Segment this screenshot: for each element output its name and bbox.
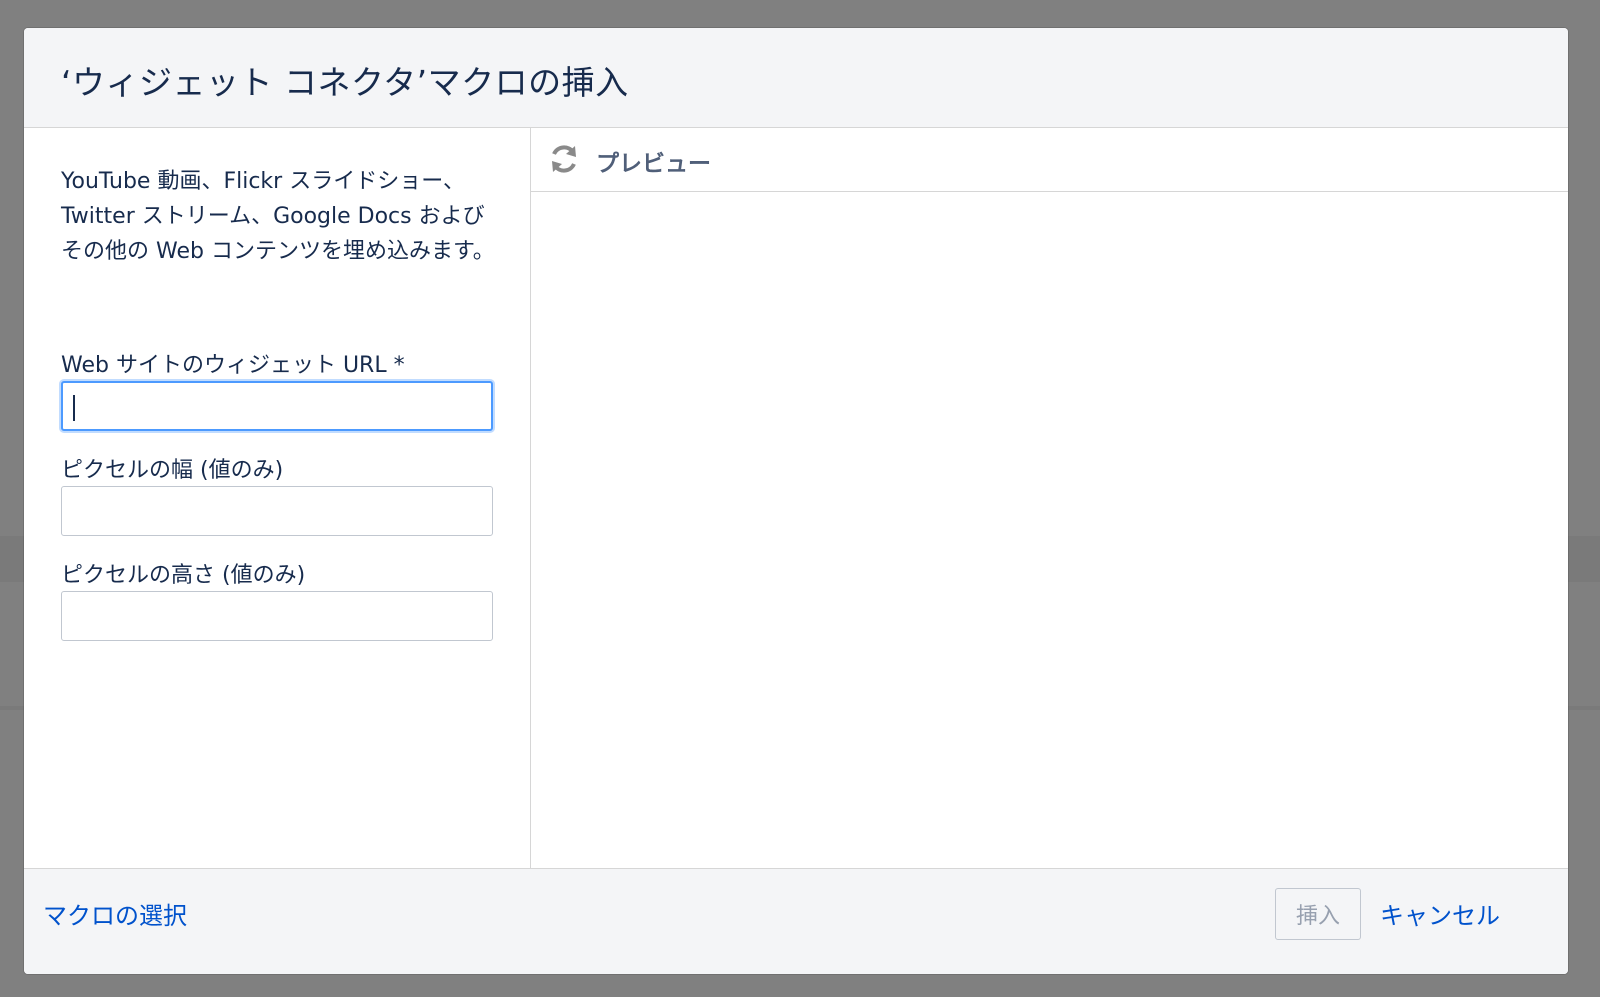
macro-description: YouTube 動画、Flickr スライドショー、Twitter ストリーム、…: [61, 169, 495, 264]
insert-button[interactable]: 挿入: [1275, 888, 1361, 940]
cancel-link[interactable]: キャンセル: [1380, 896, 1500, 931]
url-field-label: Web サイトのウィジェット URL *: [61, 353, 405, 378]
macro-parameters-panel: YouTube 動画、Flickr スライドショー、Twitter ストリーム、…: [24, 128, 531, 868]
refresh-icon[interactable]: [548, 143, 580, 175]
text-cursor: [73, 395, 75, 421]
height-input[interactable]: [61, 591, 493, 641]
preview-panel: プレビュー: [531, 128, 1568, 868]
preview-label: プレビュー: [596, 151, 711, 177]
widget-url-input[interactable]: [61, 381, 493, 431]
preview-header[interactable]: プレビュー: [531, 128, 1568, 192]
dialog-footer: マクロの選択 挿入 キャンセル: [24, 868, 1568, 974]
width-input[interactable]: [61, 486, 493, 536]
height-field-label: ピクセルの高さ (値のみ): [61, 563, 306, 588]
dialog-title: ‘ウィジェット コネクタ’マクロの挿入: [61, 63, 629, 102]
macro-dialog: ‘ウィジェット コネクタ’マクロの挿入 YouTube 動画、Flickr スラ…: [24, 28, 1568, 974]
select-macro-link[interactable]: マクロの選択: [43, 896, 187, 931]
preview-area: [531, 192, 1568, 868]
width-field-label: ピクセルの幅 (値のみ): [61, 458, 284, 483]
dialog-header: ‘ウィジェット コネクタ’マクロの挿入: [24, 28, 1568, 128]
